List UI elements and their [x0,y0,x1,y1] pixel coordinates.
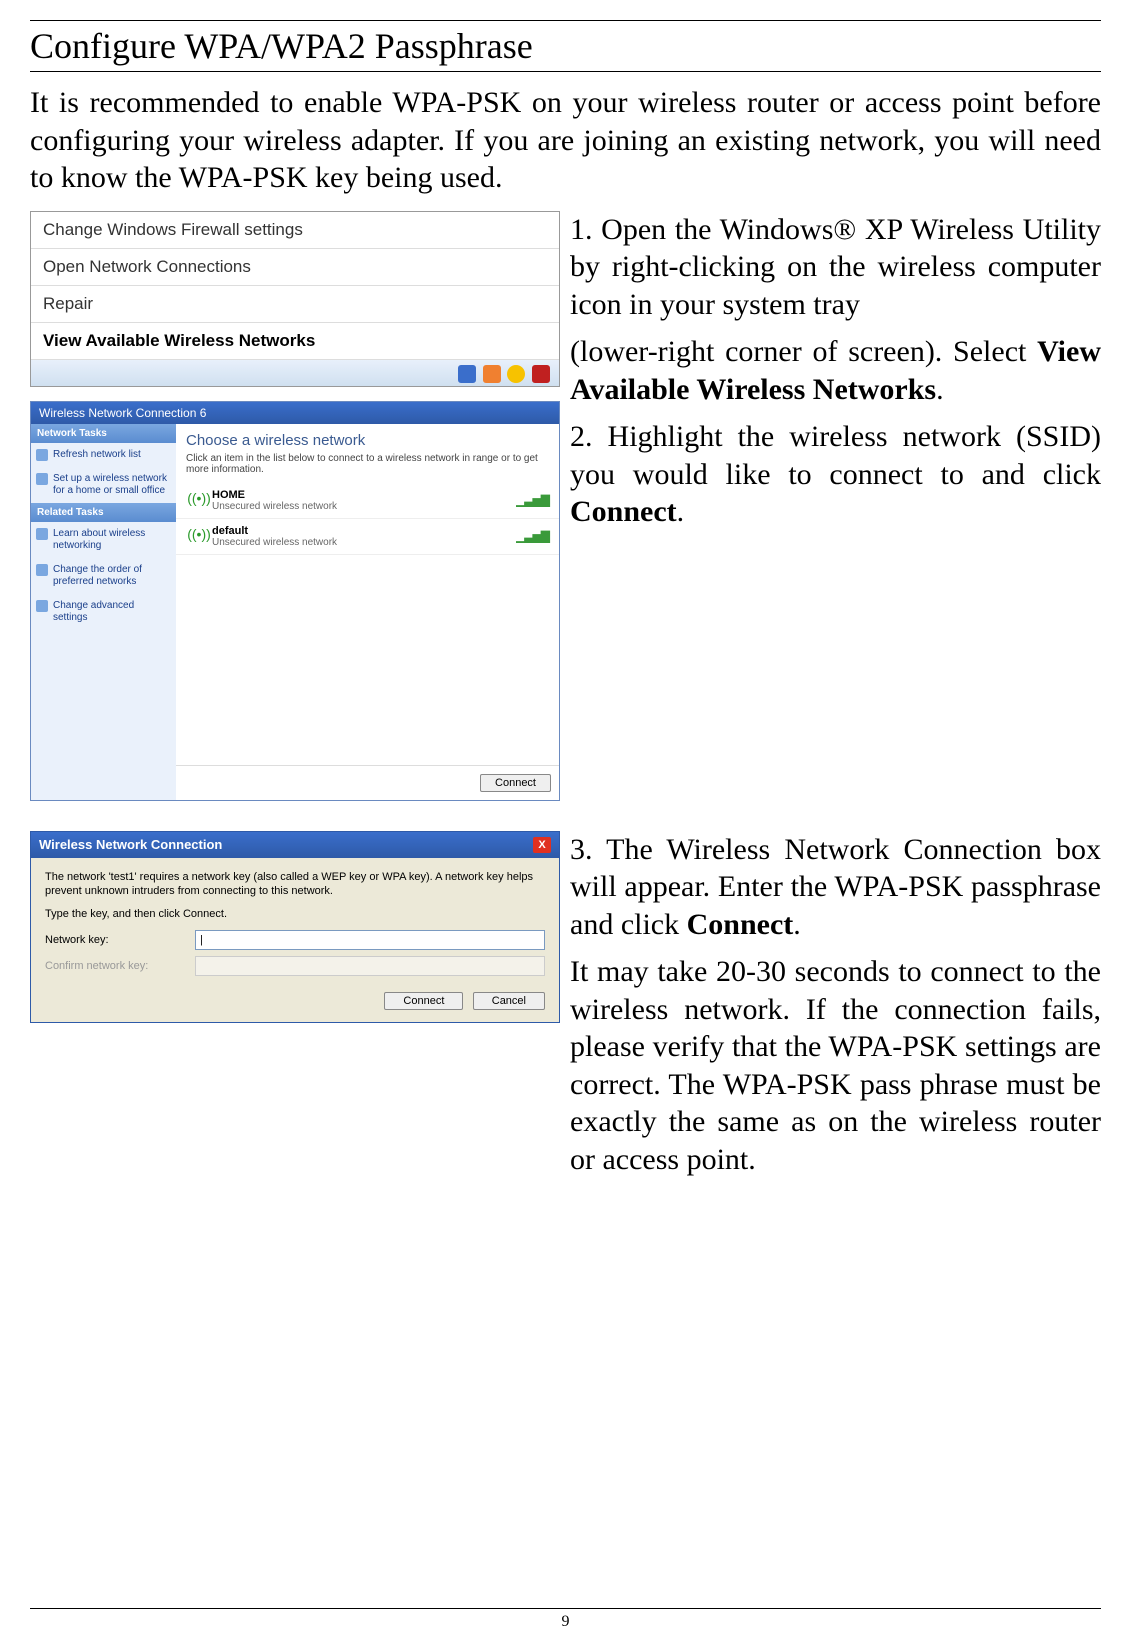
step1-text-a: 1. Open the Windows® XP Wireless Utility… [570,211,1101,324]
sidebar-refresh[interactable]: Refresh network list [31,443,176,467]
context-menu-figure: Change Windows Firewall settings Open Ne… [30,211,560,387]
menu-item-firewall[interactable]: Change Windows Firewall settings [31,212,559,249]
menu-item-open-connections[interactable]: Open Network Connections [31,249,559,286]
network-name: HOME [212,489,516,501]
sidebar-order[interactable]: Change the order of preferred networks [31,558,176,594]
tray-icon[interactable] [483,365,501,383]
final-paragraph: It may take 20-30 seconds to connect to … [570,953,1101,1178]
page-number: 9 [30,1608,1101,1631]
sidebar-setup[interactable]: Set up a wireless network for a home or … [31,467,176,503]
tray-icon[interactable] [507,365,525,383]
step3-text: 3. The Wireless Network Connection box w… [570,831,1101,944]
close-icon[interactable]: X [533,837,551,853]
dialog-titlebar: Wireless Network Connection X [31,832,559,858]
intro-paragraph: It is recommended to enable WPA-PSK on y… [30,84,1101,197]
confirm-key-label: Confirm network key: [45,960,195,972]
page-title: Configure WPA/WPA2 Passphrase [30,20,1101,72]
connect-button[interactable]: Connect [480,774,551,792]
signal-icon: ((•)) [186,526,212,546]
network-item-default[interactable]: ((•)) default Unsecured wireless network… [176,519,559,555]
network-status: Unsecured wireless network [212,537,516,548]
system-tray [31,360,559,386]
signal-bars-icon: ▁▃▅▇ [516,493,549,507]
wireless-icon[interactable] [458,365,476,383]
step1-text-b: (lower-right corner of screen). Select V… [570,333,1101,408]
tray-icon[interactable] [532,365,550,383]
sidebar-head-related: Related Tasks [31,503,176,522]
signal-bars-icon: ▁▃▅▇ [516,529,549,543]
network-key-label: Network key: [45,934,195,946]
sidebar-head-tasks: Network Tasks [31,424,176,443]
step2-text: 2. Highlight the wireless network (SSID)… [570,418,1101,531]
main-panel: Choose a wireless network Click an item … [176,424,559,800]
sidebar-learn[interactable]: Learn about wireless networking [31,522,176,558]
choose-network-figure: Wireless Network Connection 6 Network Ta… [30,401,560,801]
dialog-cancel-button[interactable]: Cancel [473,992,545,1010]
network-status: Unsecured wireless network [212,501,516,512]
sidebar: Network Tasks Refresh network list Set u… [31,424,176,800]
menu-item-repair[interactable]: Repair [31,286,559,323]
network-name: default [212,525,516,537]
network-key-dialog: Wireless Network Connection X The networ… [30,831,560,1024]
menu-item-view-networks[interactable]: View Available Wireless Networks [31,323,559,360]
confirm-key-input [195,956,545,976]
dialog-connect-button[interactable]: Connect [384,992,463,1010]
dialog-desc-1: The network 'test1' requires a network k… [45,870,545,900]
signal-icon: ((•)) [186,490,212,510]
window-titlebar: Wireless Network Connection 6 [31,402,559,424]
sidebar-advanced[interactable]: Change advanced settings [31,594,176,630]
main-subtitle: Click an item in the list below to conne… [176,453,559,483]
dialog-title: Wireless Network Connection [39,837,222,852]
network-key-input[interactable] [195,930,545,950]
network-item-home[interactable]: ((•)) HOME Unsecured wireless network ▁▃… [176,483,559,519]
main-title: Choose a wireless network [176,424,559,453]
dialog-desc-2: Type the key, and then click Connect. [45,907,545,922]
